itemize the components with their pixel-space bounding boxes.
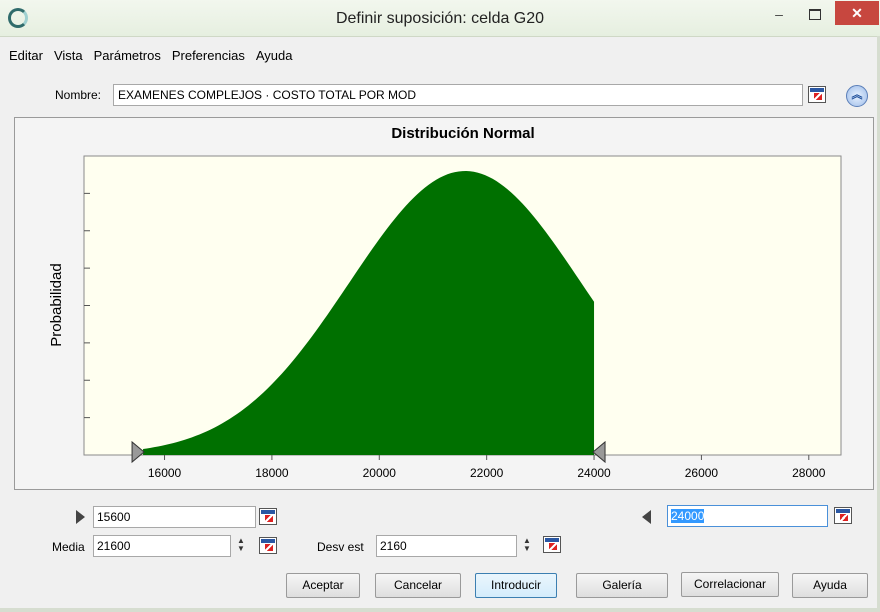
maximize-button[interactable] [800,6,828,26]
accept-button[interactable]: Aceptar [286,573,360,598]
x-tick-label: 24000 [577,466,611,480]
menu-parametros[interactable]: Parámetros [92,48,163,63]
cancel-button[interactable]: Cancelar [375,573,461,598]
gallery-button[interactable]: Galería [576,573,668,598]
menu-bar: Editar Vista Parámetros Preferencias Ayuda [0,48,294,70]
mean-spinner-icon[interactable]: ▲ ▼ [236,537,246,555]
mean-input[interactable] [93,535,231,557]
stdev-label: Desv est [317,540,364,554]
menu-editar[interactable]: Editar [7,48,45,63]
help-button[interactable]: Ayuda [792,573,868,598]
upper-bound-value: 24000 [671,509,705,523]
upper-bound-arrow-icon [642,510,651,524]
x-tick-label: 16000 [148,466,182,480]
mean-cell-reference-icon[interactable] [259,537,277,554]
name-cell-reference-icon[interactable] [808,86,826,103]
enter-button[interactable]: Introducir [475,573,557,598]
x-tick-label: 22000 [470,466,504,480]
correlate-button[interactable]: Correlacionar [681,572,779,597]
double-chevron-up-icon[interactable]: ︽ [846,85,868,107]
dialog-window: Definir suposición: celda G20 – ✕ Editar… [0,0,880,612]
menu-preferencias[interactable]: Preferencias [170,48,247,63]
mean-label: Media [52,540,85,554]
x-tick-label: 26000 [685,466,719,480]
stdev-cell-reference-icon[interactable] [543,536,561,553]
stdev-input[interactable] [376,535,517,557]
distribution-chart: Distribución Normal 16000 18000 20000 22000… [48,125,842,480]
window-bottom-border [0,608,880,612]
lower-bound-input[interactable] [93,506,256,528]
y-axis-label: Probabilidad [48,263,65,346]
chart-panel: Distribución Normal 16000 18000 20000 22000… [14,117,874,490]
menu-ayuda[interactable]: Ayuda [254,48,295,63]
window-title: Definir suposición: celda G20 [335,10,545,27]
minimize-button[interactable]: – [766,6,792,26]
menu-vista[interactable]: Vista [52,48,85,63]
x-tick-label: 20000 [363,466,397,480]
x-tick-label: 28000 [792,466,826,480]
lower-bound-arrow-icon [76,510,85,524]
upper-bound-cell-reference-icon[interactable] [834,507,852,524]
lower-bound-cell-reference-icon[interactable] [259,508,277,525]
stdev-spinner-icon[interactable]: ▲ ▼ [522,537,532,555]
name-label: Nombre: [55,88,102,102]
upper-bound-input[interactable]: 24000 [667,505,828,527]
title-bar[interactable]: Definir suposición: celda G20 – ✕ [0,0,880,37]
name-input[interactable] [113,84,803,106]
x-tick-label: 18000 [255,466,289,480]
chart-title: Distribución Normal [391,125,534,142]
x-axis-ticks: 16000 18000 20000 22000 24000 26000 28000 [148,455,826,480]
close-button[interactable]: ✕ [835,1,879,25]
